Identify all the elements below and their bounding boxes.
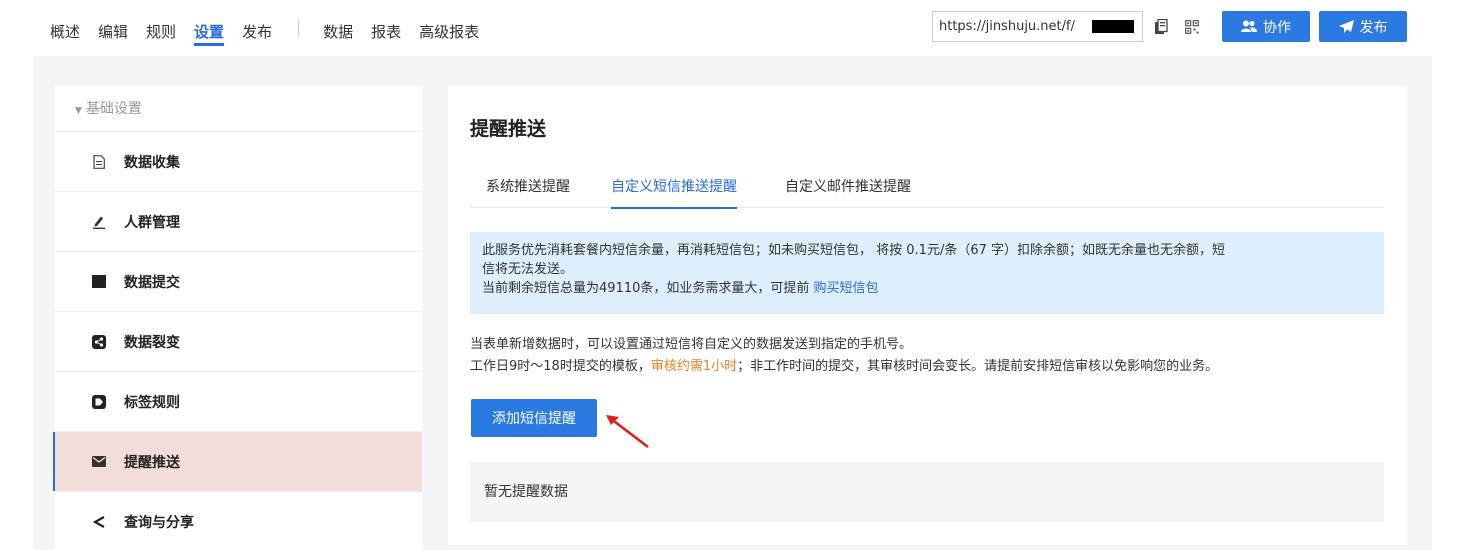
sidebar-item-reminder-push[interactable]: 提醒推送 (53, 432, 422, 492)
form-url-text: https://jinshuju.net/f/ (939, 19, 1075, 34)
sms-description: 当表单新增数据时，可以设置通过短信将自定义的数据发送到指定的手机号。 工作日9时… (470, 334, 1218, 378)
copy-icon[interactable] (1149, 11, 1173, 42)
tag-icon (92, 394, 106, 409)
sidebar-item-data-collection[interactable]: 数据收集 (55, 132, 422, 192)
sidebar-item-fission[interactable]: 数据裂变 (55, 312, 422, 372)
sidebar-item-query-share[interactable]: 查询与分享 (55, 492, 422, 550)
form-url-field[interactable]: https://jinshuju.net/f/ (932, 11, 1143, 42)
collaborate-label: 协作 (1263, 19, 1291, 36)
sidebar-item-label: 标签规则 (124, 394, 180, 411)
nav-data[interactable]: 数据 (323, 0, 353, 56)
sidebar-section-label: 基础设置 (85, 101, 142, 117)
publish-label: 发布 (1359, 19, 1388, 36)
notice-line-1: 此服务优先消耗套餐内短信余量，再消耗短信包；如未购买短信包， 将按 0.1元/条… (482, 243, 1225, 258)
nav-rules[interactable]: 规则 (146, 0, 176, 56)
nav-overview[interactable]: 概述 (50, 0, 80, 56)
review-time-highlight: 审核约需1小时 (650, 359, 738, 374)
top-bar: 概述 编辑 规则 设置 发布 数据 报表 高级报表 https://jinshu… (0, 0, 1469, 56)
qrcode-icon[interactable] (1180, 11, 1204, 42)
sidebar-item-label: 数据裂变 (124, 334, 180, 351)
collaborate-button[interactable]: 协作 (1222, 11, 1310, 42)
pen-icon (92, 215, 106, 229)
notice-line-3: 当前剩余短信总量为49110条，如业务需求量大，可提前 (482, 281, 814, 296)
sidebar-section-header[interactable]: ▼ 基础设置 (55, 86, 422, 132)
notice-line-2: 信将无法发送。 (482, 262, 574, 277)
sidebar-item-submission[interactable]: 数据提交 (55, 252, 422, 312)
description-line-1: 当表单新增数据时，可以设置通过短信将自定义的数据发送到指定的手机号。 (470, 337, 913, 352)
square-icon (92, 275, 106, 289)
settings-sidebar: ▼ 基础设置 数据收集 人群管理 数据提交 数据裂变 标签规则 提醒推送 查询与… (53, 86, 422, 550)
sidebar-item-label: 数据提交 (124, 274, 180, 291)
tab-system-push[interactable]: 系统推送提醒 (486, 176, 570, 208)
red-arrow-annotation (606, 415, 649, 449)
tab-custom-email[interactable]: 自定义邮件推送提醒 (785, 176, 911, 208)
nav-divider (298, 19, 300, 37)
nav-reports[interactable]: 报表 (371, 0, 401, 56)
sidebar-item-audience[interactable]: 人群管理 (55, 192, 422, 252)
nav-advanced-reports[interactable]: 高级报表 (419, 0, 479, 56)
nav-edit[interactable]: 编辑 (98, 0, 128, 56)
buy-sms-link[interactable]: 购买短信包 (814, 281, 879, 296)
description-line-2a: 工作日9时～18时提交的模板， (470, 359, 651, 374)
nav-publish[interactable]: 发布 (242, 0, 272, 56)
share-icon (92, 515, 106, 529)
nav-settings[interactable]: 设置 (194, 0, 225, 56)
reminder-push-panel: 提醒推送 系统推送提醒 自定义短信推送提醒 自定义邮件推送提醒 此服务优先消耗套… (448, 86, 1407, 545)
sidebar-item-label: 人群管理 (124, 214, 180, 231)
users-icon (1241, 20, 1257, 32)
publish-button[interactable]: 发布 (1319, 11, 1407, 42)
url-redaction (1092, 20, 1134, 33)
sidebar-item-label: 数据收集 (124, 154, 180, 171)
page-title: 提醒推送 (470, 118, 547, 140)
add-sms-reminder-button[interactable]: 添加短信提醒 (471, 399, 597, 437)
envelope-icon (92, 455, 106, 469)
tab-custom-sms[interactable]: 自定义短信推送提醒 (611, 176, 737, 209)
split-icon (92, 334, 106, 349)
caret-down-icon: ▼ (75, 106, 82, 116)
description-line-2b: ；非工作时间的提交，其审核时间会变长。请提前安排短信审核以免影响您的业务。 (737, 359, 1219, 374)
empty-state: 暂无提醒数据 (470, 462, 1384, 522)
main-nav: 概述 编辑 规则 设置 发布 数据 报表 高级报表 (50, 0, 497, 56)
sidebar-item-tag-rules[interactable]: 标签规则 (55, 372, 422, 432)
sms-notice: 此服务优先消耗套餐内短信余量，再消耗短信包；如未购买短信包， 将按 0.1元/条… (470, 232, 1384, 314)
sidebar-item-label: 查询与分享 (124, 514, 194, 531)
sidebar-item-label: 提醒推送 (124, 454, 180, 471)
reminder-tabs: 系统推送提醒 自定义短信推送提醒 自定义邮件推送提醒 (470, 160, 1384, 209)
send-icon (1338, 19, 1354, 33)
document-icon (92, 154, 106, 169)
